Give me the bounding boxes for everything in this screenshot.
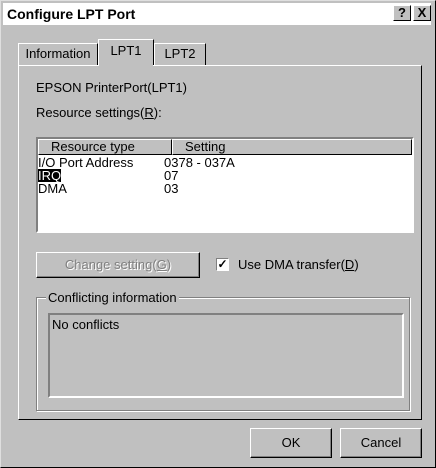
change-setting-accel: G bbox=[156, 257, 167, 272]
dma-label-accel: D bbox=[344, 257, 355, 272]
conflicting-info-legend: Conflicting information bbox=[46, 290, 179, 305]
change-setting-text: Change setting( bbox=[64, 257, 157, 272]
ok-label: OK bbox=[281, 435, 301, 450]
row-dma-type[interactable]: DMA bbox=[38, 182, 67, 195]
conflicts-text: No conflicts bbox=[52, 317, 120, 332]
resource-label-text: Resource settings( bbox=[36, 105, 145, 120]
resource-list[interactable]: Resource type Setting I/O Port Address 0… bbox=[36, 137, 414, 233]
help-button[interactable]: ? bbox=[393, 5, 411, 21]
cancel-button[interactable]: Cancel bbox=[340, 428, 422, 458]
dma-label-text: Use DMA transfer( bbox=[238, 257, 345, 272]
title-bar: Configure LPT Port ? X bbox=[3, 3, 431, 25]
dma-transfer-label[interactable]: Use DMA transfer(D) bbox=[238, 257, 359, 272]
row-dma-setting[interactable]: 03 bbox=[164, 182, 178, 195]
change-setting-end: ) bbox=[166, 257, 172, 272]
ok-button[interactable]: OK bbox=[250, 428, 332, 458]
resource-settings-label: Resource settings(R): bbox=[36, 105, 162, 120]
window-title: Configure LPT Port bbox=[7, 6, 136, 22]
tab-lpt2[interactable]: LPT2 bbox=[154, 43, 206, 65]
dma-transfer-checkbox[interactable]: ✓ bbox=[216, 258, 229, 271]
tab-information[interactable]: Information bbox=[18, 43, 98, 65]
device-name: EPSON PrinterPort(LPT1) bbox=[36, 80, 187, 95]
resource-label-end: ): bbox=[153, 105, 162, 120]
dma-label-end: ) bbox=[354, 257, 359, 272]
tab-information-label: Information bbox=[25, 46, 91, 61]
tab-lpt1[interactable]: LPT1 bbox=[98, 39, 154, 65]
change-setting-button[interactable]: Change setting(G) bbox=[36, 252, 200, 278]
close-button[interactable]: X bbox=[413, 5, 431, 21]
resource-label-accel: R bbox=[144, 105, 154, 120]
conflicts-textbox[interactable]: No conflicts bbox=[48, 313, 404, 398]
tab-lpt1-label: LPT1 bbox=[110, 43, 142, 58]
tab-lpt2-label: LPT2 bbox=[164, 46, 196, 61]
active-tab-gap bbox=[99, 63, 153, 67]
column-header-resource-type[interactable]: Resource type bbox=[38, 139, 172, 155]
cancel-label: Cancel bbox=[360, 435, 402, 450]
column-header-setting[interactable]: Setting bbox=[172, 139, 412, 155]
